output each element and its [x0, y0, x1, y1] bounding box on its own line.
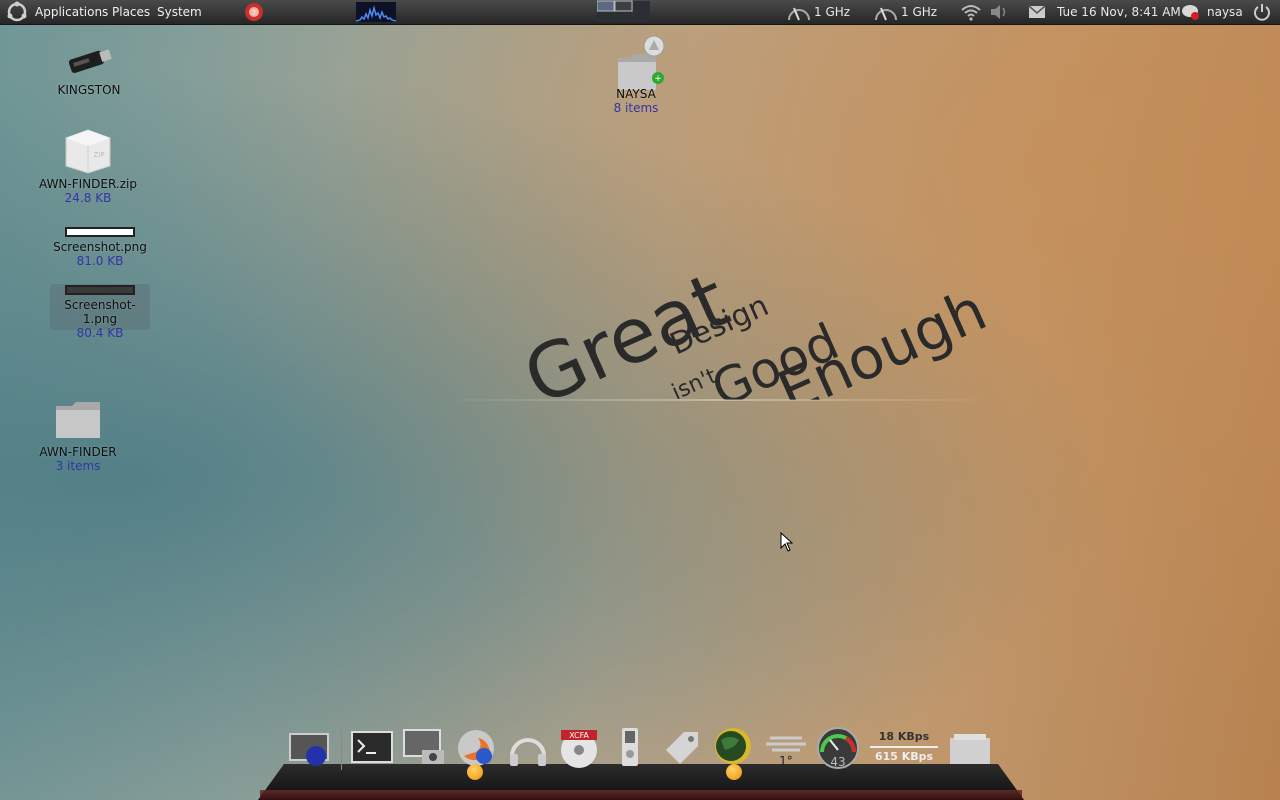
image-thumbnail-icon [65, 227, 135, 237]
cpu-gauge-icon[interactable]: 43 [816, 726, 860, 770]
desktop-icon-label: AWN-FINDER.zip [39, 177, 137, 191]
xcfa-icon[interactable]: XCFA [557, 726, 601, 770]
file-manager-icon[interactable] [948, 726, 992, 770]
ubuntu-logo-icon[interactable] [6, 0, 28, 24]
mail-icon[interactable] [1027, 0, 1047, 24]
wifi-icon[interactable] [960, 0, 982, 24]
weather-temperature: 1° [779, 754, 793, 768]
clock-datetime[interactable]: Tue 16 Nov, 8:41 AM [1057, 0, 1181, 24]
desktop-icon-kingston[interactable]: KINGSTON [40, 40, 138, 97]
system-monitor-icon[interactable] [355, 2, 397, 22]
desktop-icon-screenshot[interactable]: Screenshot.png 81.0 KB [50, 226, 150, 268]
desktop-icon-awn-finder-folder[interactable]: AWN-FINDER 3 items [32, 398, 124, 473]
running-indicator [726, 764, 742, 780]
music-player-icon[interactable] [506, 726, 550, 770]
mouse-cursor-icon [780, 531, 794, 556]
show-desktop-icon[interactable] [288, 726, 332, 770]
wallpaper-typography: Great Design isn't Good Enough [440, 200, 1000, 400]
menu-applications[interactable]: Applications [35, 0, 108, 24]
zip-archive-icon: ZIP [65, 129, 111, 174]
menu-places[interactable]: Places [112, 0, 150, 24]
cpu-freq-icon[interactable] [786, 0, 812, 24]
svg-text:?: ? [252, 9, 256, 17]
desktop-icon-label: Screenshot.png [53, 240, 147, 254]
screenshot-tool-icon[interactable] [402, 726, 446, 770]
net-download-rate: 615 KBps [874, 750, 934, 763]
user-status-icon[interactable] [1181, 0, 1201, 24]
tag-icon[interactable] [660, 726, 704, 770]
desktop-icon-awn-finder-zip[interactable]: ZIP AWN-FINDER.zip 24.8 KB [38, 126, 138, 205]
ipod-icon[interactable] [608, 726, 652, 770]
cpu-freq-icon[interactable] [873, 0, 899, 24]
top-panel: Applications Places System ? 1 GHz 1 GHz… [0, 0, 1280, 25]
desktop-icon-screenshot-1[interactable]: Screenshot-1.png 80.4 KB [50, 284, 150, 340]
desktop-icon-count: 8 items [613, 101, 659, 115]
cpu2-freq: 1 GHz [901, 5, 938, 19]
desktop-icon-label: KINGSTON [57, 83, 121, 97]
xcfa-label: XCFA [569, 731, 589, 740]
image-thumbnail-icon [65, 285, 135, 295]
desktop-icon-count: 3 items [55, 459, 101, 473]
weather-icon[interactable]: 1° [764, 726, 808, 770]
network-monitor-widget[interactable]: 18 KBps 615 KBps [868, 726, 940, 770]
folder-icon [56, 402, 100, 438]
net-divider [870, 746, 938, 748]
svg-text:+: + [654, 74, 662, 84]
volume-icon[interactable] [989, 0, 1009, 24]
terminal-icon[interactable] [350, 726, 394, 770]
net-upload-rate: 18 KBps [878, 730, 930, 743]
pidgin-icon[interactable]: ? [244, 0, 264, 24]
svg-text:ZIP: ZIP [93, 151, 104, 159]
running-indicator [467, 764, 483, 780]
desktop-icon-label: Screenshot-1.png [64, 298, 136, 326]
dock-shelf-edge [260, 790, 1022, 800]
power-icon[interactable] [1252, 0, 1272, 24]
menu-system[interactable]: System [157, 0, 202, 24]
desktop-icon-naysa-folder[interactable]: + NAYSA 8 items [598, 34, 674, 115]
usb-drive-icon [68, 49, 112, 74]
workspace-switcher-icon[interactable] [596, 0, 651, 24]
desktop-icon-size: 81.0 KB [76, 254, 124, 268]
desktop-icon-label: AWN-FINDER [39, 445, 117, 459]
desktop-icon-size: 24.8 KB [64, 191, 112, 205]
cpu1-freq: 1 GHz [814, 5, 851, 19]
desktop-icon-size: 80.4 KB [76, 326, 124, 340]
username-label[interactable]: naysa [1207, 0, 1243, 24]
cpu-gauge-value: 43 [830, 755, 845, 769]
dock-separator [341, 730, 342, 770]
wallpaper-horizon-line [440, 399, 1000, 401]
